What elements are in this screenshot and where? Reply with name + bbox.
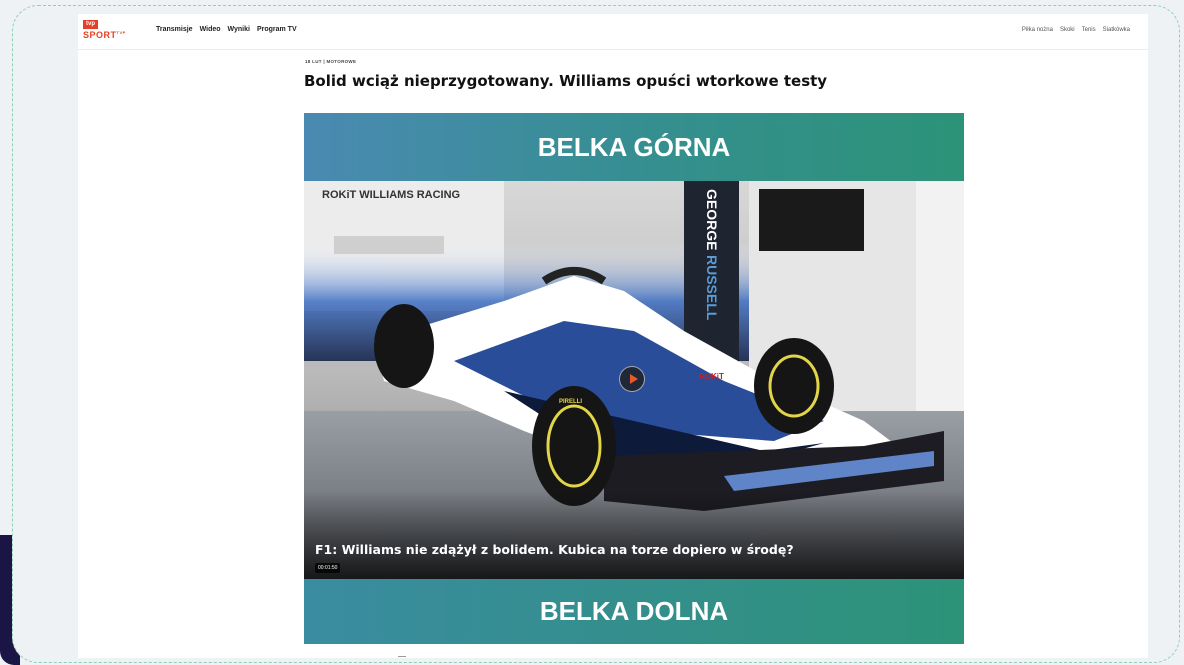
ad-bar-top-label: BELKA GÓRNA (537, 131, 731, 162)
page-footer-strip (78, 658, 1148, 662)
garage-sign-text: ROKiT WILLIAMS RACING (322, 189, 460, 201)
footer-divider (398, 656, 406, 657)
top-navigation: tvp SPORTTVP Transmisje Wideo Wyniki Pro… (78, 14, 1148, 50)
play-icon (629, 374, 638, 384)
nav-item-program-tv[interactable]: Program TV (257, 26, 297, 33)
driver-name-last: RUSSELL (704, 255, 720, 321)
driver-name-first: GEORGE (704, 189, 720, 250)
article-meta: 18 LUT | MOTOROWE (305, 59, 357, 64)
sport-menu: Piłka nożna Skoki Tenis Siatkówka (1022, 27, 1130, 33)
preview-frame: tvp SPORTTVP Transmisje Wideo Wyniki Pro… (12, 5, 1180, 663)
logo-wordmark: SPORTTVP (83, 30, 126, 40)
video-duration-badge: 00:01:50 (315, 563, 341, 573)
video-player[interactable]: ROKiT WILLIAMS RACING GEORGE RUSSELL ROK… (304, 181, 964, 579)
tvp-sport-logo[interactable]: tvp SPORTTVP (83, 20, 126, 42)
logo-badge: tvp (83, 20, 98, 29)
article-page: tvp SPORTTVP Transmisje Wideo Wyniki Pro… (78, 14, 1148, 662)
nav-item-tenis[interactable]: Tenis (1082, 27, 1096, 33)
nav-item-skoki[interactable]: Skoki (1060, 27, 1075, 33)
ad-bar-bottom-label: BELKA DOLNA (539, 596, 729, 626)
nav-item-pilka-nozna[interactable]: Piłka nożna (1022, 27, 1053, 33)
article-headline: Bolid wciąż nieprzygotowany. Williams op… (304, 72, 828, 90)
nav-item-siatkowka[interactable]: Siatkówka (1103, 27, 1130, 33)
video-caption: F1: Williams nie zdążył z bolidem. Kubic… (315, 542, 794, 557)
car-sponsor-text: ROKiT (699, 372, 724, 381)
tyre-brand-text: PIRELLI (559, 399, 582, 405)
main-menu: Transmisje Wideo Wyniki Program TV (156, 26, 297, 33)
ad-bar-bottom[interactable]: BELKA DOLNA (304, 579, 964, 644)
nav-item-transmisje[interactable]: Transmisje (156, 26, 193, 33)
ad-bar-top[interactable]: BELKA GÓRNA (304, 113, 964, 181)
play-button[interactable] (619, 366, 645, 392)
nav-item-wideo[interactable]: Wideo (200, 26, 221, 33)
nav-item-wyniki[interactable]: Wyniki (228, 26, 250, 33)
